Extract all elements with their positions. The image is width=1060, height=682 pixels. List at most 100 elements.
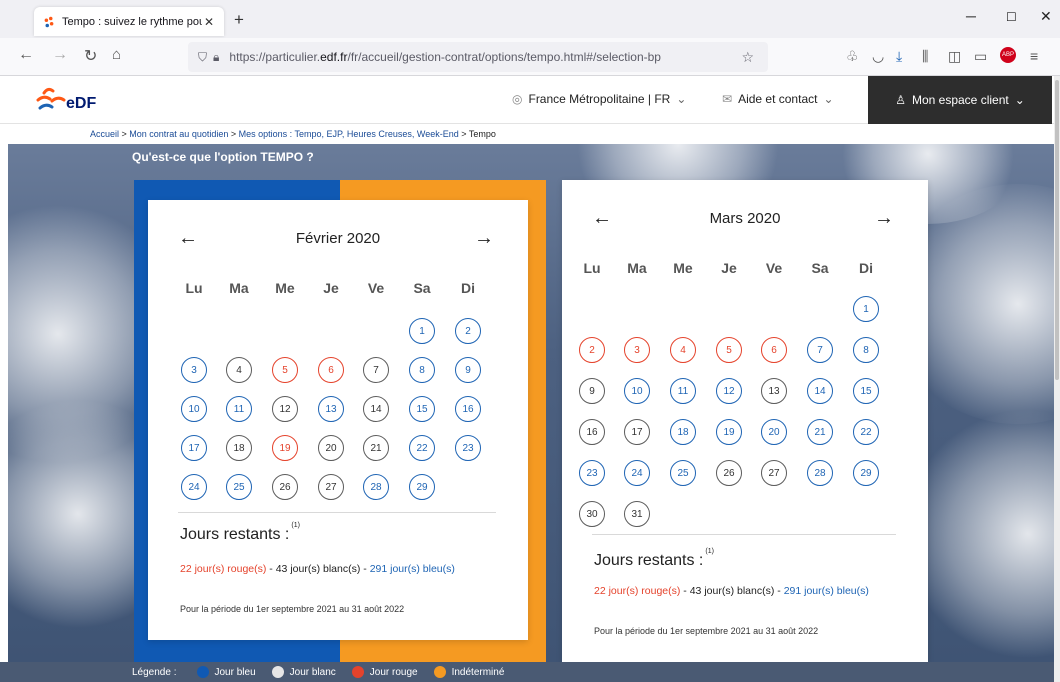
day-bleu[interactable]: 12	[716, 378, 742, 404]
forward-icon[interactable]: →	[52, 46, 68, 64]
day-bleu[interactable]: 17	[181, 435, 207, 461]
remaining-counts: 22 jour(s) rouge(s) - 43 jour(s) blanc(s…	[594, 584, 900, 599]
day-bleu[interactable]: 15	[853, 378, 879, 404]
legend: Légende : Jour bleu Jour blanc Jour rouge I…	[0, 662, 1060, 682]
close-window-icon[interactable]: ✕	[1040, 8, 1052, 25]
day-blanc[interactable]: 4	[226, 357, 252, 383]
next-month-arrow[interactable]: →	[474, 228, 494, 248]
library-icon[interactable]: ⫼	[922, 48, 928, 65]
day-blanc[interactable]: 16	[579, 419, 605, 445]
sidebar-icon[interactable]: ◫	[948, 48, 961, 65]
day-blanc[interactable]: 26	[272, 474, 298, 500]
maximize-icon[interactable]: ☐	[1006, 10, 1017, 24]
day-bleu[interactable]: 8	[853, 337, 879, 363]
day-bleu[interactable]: 29	[409, 474, 435, 500]
day-bleu[interactable]: 11	[226, 396, 252, 422]
day-blanc[interactable]: 27	[761, 460, 787, 486]
day-bleu[interactable]: 23	[579, 460, 605, 486]
day-bleu[interactable]: 24	[624, 460, 650, 486]
breadcrumb-link[interactable]: Mes options : Tempo, EJP, Heures Creuses…	[239, 129, 459, 139]
day-bleu[interactable]: 21	[807, 419, 833, 445]
next-month-arrow[interactable]: →	[874, 208, 894, 228]
day-bleu[interactable]: 25	[670, 460, 696, 486]
day-bleu[interactable]: 16	[455, 396, 481, 422]
day-bleu[interactable]: 13	[318, 396, 344, 422]
url-bar[interactable]: ⛉ 🔒︎ https://particulier.edf.fr/fr/accue…	[188, 42, 768, 72]
menu-icon[interactable]: ≡	[1030, 48, 1038, 64]
day-bleu[interactable]: 20	[761, 419, 787, 445]
legend-label: Légende :	[132, 666, 177, 678]
day-blanc[interactable]: 9	[579, 378, 605, 404]
day-bleu[interactable]: 7	[807, 337, 833, 363]
reader-icon[interactable]: ▭	[974, 48, 987, 65]
day-blanc[interactable]: 30	[579, 501, 605, 527]
legend-dot	[351, 666, 364, 678]
day-blanc[interactable]: 13	[761, 378, 787, 404]
bookmark-star-icon[interactable]: ☆	[741, 49, 754, 66]
browser-tab[interactable]: Tempo : suivez le rythme pour c ✕	[34, 7, 224, 36]
prev-month-arrow[interactable]: ←	[592, 208, 612, 228]
breadcrumb-link[interactable]: Accueil	[90, 129, 119, 139]
day-rouge[interactable]: 5	[272, 357, 298, 383]
day-blanc[interactable]: 7	[363, 357, 389, 383]
download-icon[interactable]: ⤓	[896, 48, 902, 65]
day-bleu[interactable]: 22	[853, 419, 879, 445]
breadcrumb-link[interactable]: Mon contrat au quotidien	[129, 129, 228, 139]
day-blanc[interactable]: 26	[716, 460, 742, 486]
day-bleu[interactable]: 19	[716, 419, 742, 445]
day-bleu[interactable]: 2	[455, 318, 481, 344]
day-rouge[interactable]: 6	[318, 357, 344, 383]
day-blanc[interactable]: 18	[226, 435, 252, 461]
day-bleu[interactable]: 14	[807, 378, 833, 404]
day-bleu[interactable]: 24	[181, 474, 207, 500]
day-rouge[interactable]: 3	[624, 337, 650, 363]
adblock-icon[interactable]: ABP	[1000, 47, 1016, 63]
home-icon[interactable]: ⌂	[112, 46, 121, 63]
day-bleu[interactable]: 10	[181, 396, 207, 422]
mon-espace-client-button[interactable]: ♙ Mon espace client ⌄	[868, 76, 1052, 124]
minimize-icon[interactable]: ─	[966, 8, 976, 24]
site-header: eDF ◎ France Métropolitaine | FR ⌄ ✉ Aid…	[0, 76, 1060, 124]
day-bleu[interactable]: 28	[363, 474, 389, 500]
reload-icon[interactable]: ↻	[84, 46, 97, 66]
day-blanc[interactable]: 27	[318, 474, 344, 500]
day-blanc[interactable]: 21	[363, 435, 389, 461]
day-rouge[interactable]: 2	[579, 337, 605, 363]
day-rouge[interactable]: 5	[716, 337, 742, 363]
day-bleu[interactable]: 22	[409, 435, 435, 461]
close-tab-icon[interactable]: ✕	[202, 15, 216, 29]
day-blanc[interactable]: 20	[318, 435, 344, 461]
day-bleu[interactable]: 25	[226, 474, 252, 500]
back-icon[interactable]: ←	[18, 46, 34, 64]
day-bleu[interactable]: 10	[624, 378, 650, 404]
new-tab-icon[interactable]: +	[234, 10, 244, 30]
day-bleu[interactable]: 18	[670, 419, 696, 445]
day-rouge[interactable]: 4	[670, 337, 696, 363]
day-bleu[interactable]: 23	[455, 435, 481, 461]
shield-icon: ⛉	[198, 49, 208, 64]
day-bleu[interactable]: 8	[409, 357, 435, 383]
day-blanc[interactable]: 17	[624, 419, 650, 445]
day-blanc[interactable]: 14	[363, 396, 389, 422]
edf-logo-icon[interactable]: eDF	[36, 84, 116, 116]
scrollbar[interactable]	[1054, 76, 1060, 682]
chevron-down-icon: ⌄	[676, 92, 687, 106]
day-bleu[interactable]: 1	[409, 318, 435, 344]
aide-contact-link[interactable]: ✉ Aide et contact ⌄	[722, 92, 834, 106]
weekday-label: Di	[859, 260, 873, 276]
day-blanc[interactable]: 12	[272, 396, 298, 422]
day-rouge[interactable]: 6	[761, 337, 787, 363]
day-bleu[interactable]: 9	[455, 357, 481, 383]
day-bleu[interactable]: 29	[853, 460, 879, 486]
pocket-icon[interactable]: ◡	[872, 48, 884, 65]
day-bleu[interactable]: 3	[181, 357, 207, 383]
region-selector[interactable]: ◎ France Métropolitaine | FR ⌄	[512, 92, 686, 106]
day-bleu[interactable]: 1	[853, 296, 879, 322]
day-bleu[interactable]: 11	[670, 378, 696, 404]
prev-month-arrow[interactable]: ←	[178, 228, 198, 248]
extension-icon[interactable]: ♧	[846, 48, 859, 65]
day-bleu[interactable]: 28	[807, 460, 833, 486]
day-blanc[interactable]: 31	[624, 501, 650, 527]
day-bleu[interactable]: 15	[409, 396, 435, 422]
day-rouge[interactable]: 19	[272, 435, 298, 461]
